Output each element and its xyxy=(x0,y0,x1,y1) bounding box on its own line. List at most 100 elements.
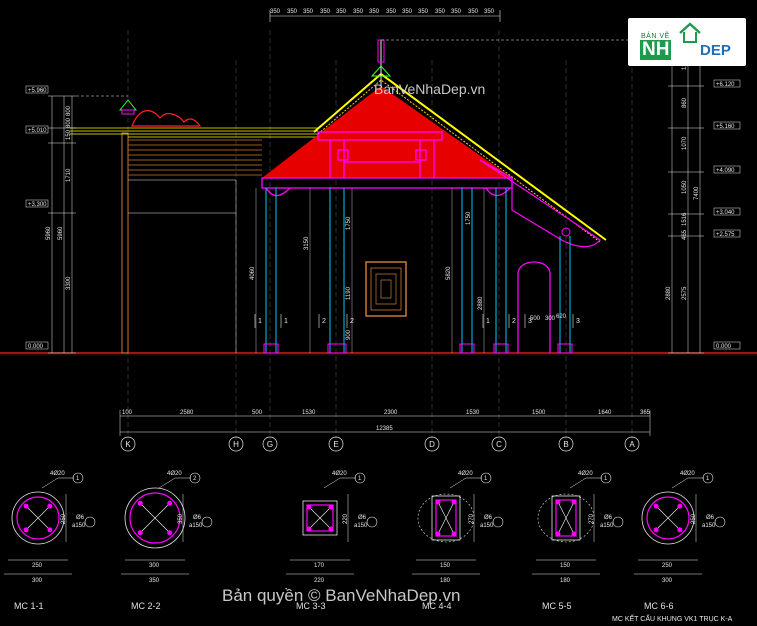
section-2: 4Ø20 2 Ø6 a150 300 350 350 MC 2-2 xyxy=(121,471,213,611)
right-dim-label: 1070 xyxy=(682,136,688,150)
rebar-dot xyxy=(451,499,457,505)
rebar-dot xyxy=(328,504,334,510)
axis-letter: A xyxy=(629,440,635,449)
rebar-dot xyxy=(167,500,173,506)
section-dim-width: 250 xyxy=(662,563,673,569)
right-dimension-labels: 12860107010501516465257574002880 xyxy=(666,63,700,300)
column-mark-label: 1 xyxy=(284,318,288,325)
axis-letter: K xyxy=(125,440,131,449)
elevation-tag-right: +2.575 xyxy=(716,232,735,238)
stirrup-bubble xyxy=(714,516,726,528)
bottom-dim-label: 100 xyxy=(122,410,133,416)
interior-dim-label: 3150 xyxy=(304,236,310,250)
top-dim-label: 350 xyxy=(369,9,380,15)
rebar-dot xyxy=(306,526,312,532)
leader-line xyxy=(449,477,467,489)
elevation-tag-right: +4.090 xyxy=(716,168,735,174)
axis-letter: B xyxy=(563,440,568,449)
house-icon xyxy=(679,22,701,43)
spacing-label: a150 xyxy=(480,523,494,529)
spacing-label: a150 xyxy=(354,523,368,529)
right-dim-label: 1050 xyxy=(682,180,688,194)
section-6: 4Ø20 1 Ø6 a150 250 300 250 MC 6-6 xyxy=(634,471,726,611)
column-mark-label: 1 xyxy=(258,318,262,325)
bottom-dimension-labels: 100 2580 500 1530 2300 1530 1500 1640 365 12385 xyxy=(122,410,651,432)
stirrup-bubble xyxy=(201,516,213,528)
leader-line xyxy=(41,477,59,489)
bottom-dim-label: 500 xyxy=(252,410,263,416)
left-dim-label: 5960 xyxy=(46,226,52,240)
callout-label: 1 xyxy=(76,476,80,482)
left-dim-label: 3300 xyxy=(66,276,72,290)
stirrup-label: Ø6 xyxy=(604,515,613,521)
cad-drawing-canvas: 350 350 350 350 350 350 350 350 350 350 350 350 350 3… xyxy=(0,9,757,623)
top-dim-label: 350 xyxy=(353,9,364,15)
section-name: MC 5-5 xyxy=(542,601,572,611)
right-dim-label: 860 xyxy=(682,97,688,108)
right-dim-label: 2575 xyxy=(682,286,688,300)
stirrup-bubble xyxy=(492,516,504,528)
rebar-dot xyxy=(435,499,441,505)
interior-dim-label: 1750 xyxy=(346,216,352,230)
leader-line xyxy=(323,477,341,489)
elevation-tag-right: +6.120 xyxy=(716,82,735,88)
spacing-label: a150 xyxy=(72,523,86,529)
rebar-label: 4Ø20 xyxy=(458,471,473,477)
section-1: 4Ø20 1 Ø6 a150 250 300 250 MC 1-1 xyxy=(4,471,96,611)
bottom-dim-label: 2300 xyxy=(384,410,398,416)
stirrup-bubble xyxy=(366,516,378,528)
bottom-dim-label: 1640 xyxy=(598,410,612,416)
watermark-bottom: Bản quyền © BanVeNhaDep.vn xyxy=(222,586,460,605)
top-dim-label: 350 xyxy=(336,9,347,15)
section-dim-total: 180 xyxy=(560,578,571,584)
elevation-tag-left: +3.300 xyxy=(28,202,47,208)
elevation-tag-right: +5.160 xyxy=(716,124,735,130)
stirrup-label: Ø6 xyxy=(193,515,202,521)
ground-line xyxy=(0,352,757,356)
callout-label: 1 xyxy=(706,476,710,482)
section-dim-width: 150 xyxy=(440,563,451,569)
rebar-label: 4Ø20 xyxy=(50,471,65,477)
section-dim-height: 350 xyxy=(178,513,184,524)
left-dim-label: 5960 xyxy=(58,226,64,240)
bottom-dim-label: 1500 xyxy=(532,410,546,416)
section-dim-width: 170 xyxy=(314,563,325,569)
stirrup-label: Ø6 xyxy=(76,515,85,521)
top-dim-label: 350 xyxy=(320,9,331,15)
watermark-top: BanVeNhaDep.vn xyxy=(374,81,485,97)
leader-line xyxy=(569,477,587,489)
spacing-label: a150 xyxy=(600,523,614,529)
rebar-dot xyxy=(306,504,312,510)
interior-dim-label: 2880 xyxy=(478,296,484,310)
axis-letter: E xyxy=(333,440,338,449)
section-name: MC 2-2 xyxy=(131,601,161,611)
logo-nh-text: NH xyxy=(640,39,672,60)
left-dimension-lines xyxy=(48,95,128,354)
left-dim-label: 150 xyxy=(66,129,72,140)
bottom-dim-total: 12385 xyxy=(376,426,393,432)
section-dim-height: 250 xyxy=(61,513,67,524)
rebar-dot xyxy=(571,531,577,537)
interior-dimension-labels: 4060315017501190900582028801750500 300 620 xyxy=(250,211,567,340)
brand-logo: BẢN VẼ NH DEP xyxy=(628,18,746,66)
rebar-dot xyxy=(555,531,561,537)
grid-axis-bubbles: KHGEDCBA xyxy=(120,436,640,452)
top-dim-label: 350 xyxy=(418,9,429,15)
bottom-dim-label: 1530 xyxy=(466,410,480,416)
elevation-tag-left: 0.000 xyxy=(28,344,44,350)
top-dim-label: 350 xyxy=(303,9,314,15)
callout-label: 2 xyxy=(193,476,197,482)
interior-dim-label: 900 xyxy=(346,329,352,340)
rebar-dot xyxy=(555,499,561,505)
section-dim-width: 150 xyxy=(560,563,571,569)
section-dim-height: 220 xyxy=(343,513,349,524)
rebar-label: 4Ø20 xyxy=(578,471,593,477)
rebar-label: 4Ø20 xyxy=(680,471,695,477)
column-mark-label: 2 xyxy=(512,318,516,325)
interior-dim-label: 620 xyxy=(556,314,567,320)
interior-dim-label: 5820 xyxy=(446,266,452,280)
interior-dim-label: 1750 xyxy=(466,211,472,225)
stirrup-label: Ø6 xyxy=(358,515,367,521)
callout-label: 1 xyxy=(604,476,608,482)
rebar-dot xyxy=(677,503,683,509)
